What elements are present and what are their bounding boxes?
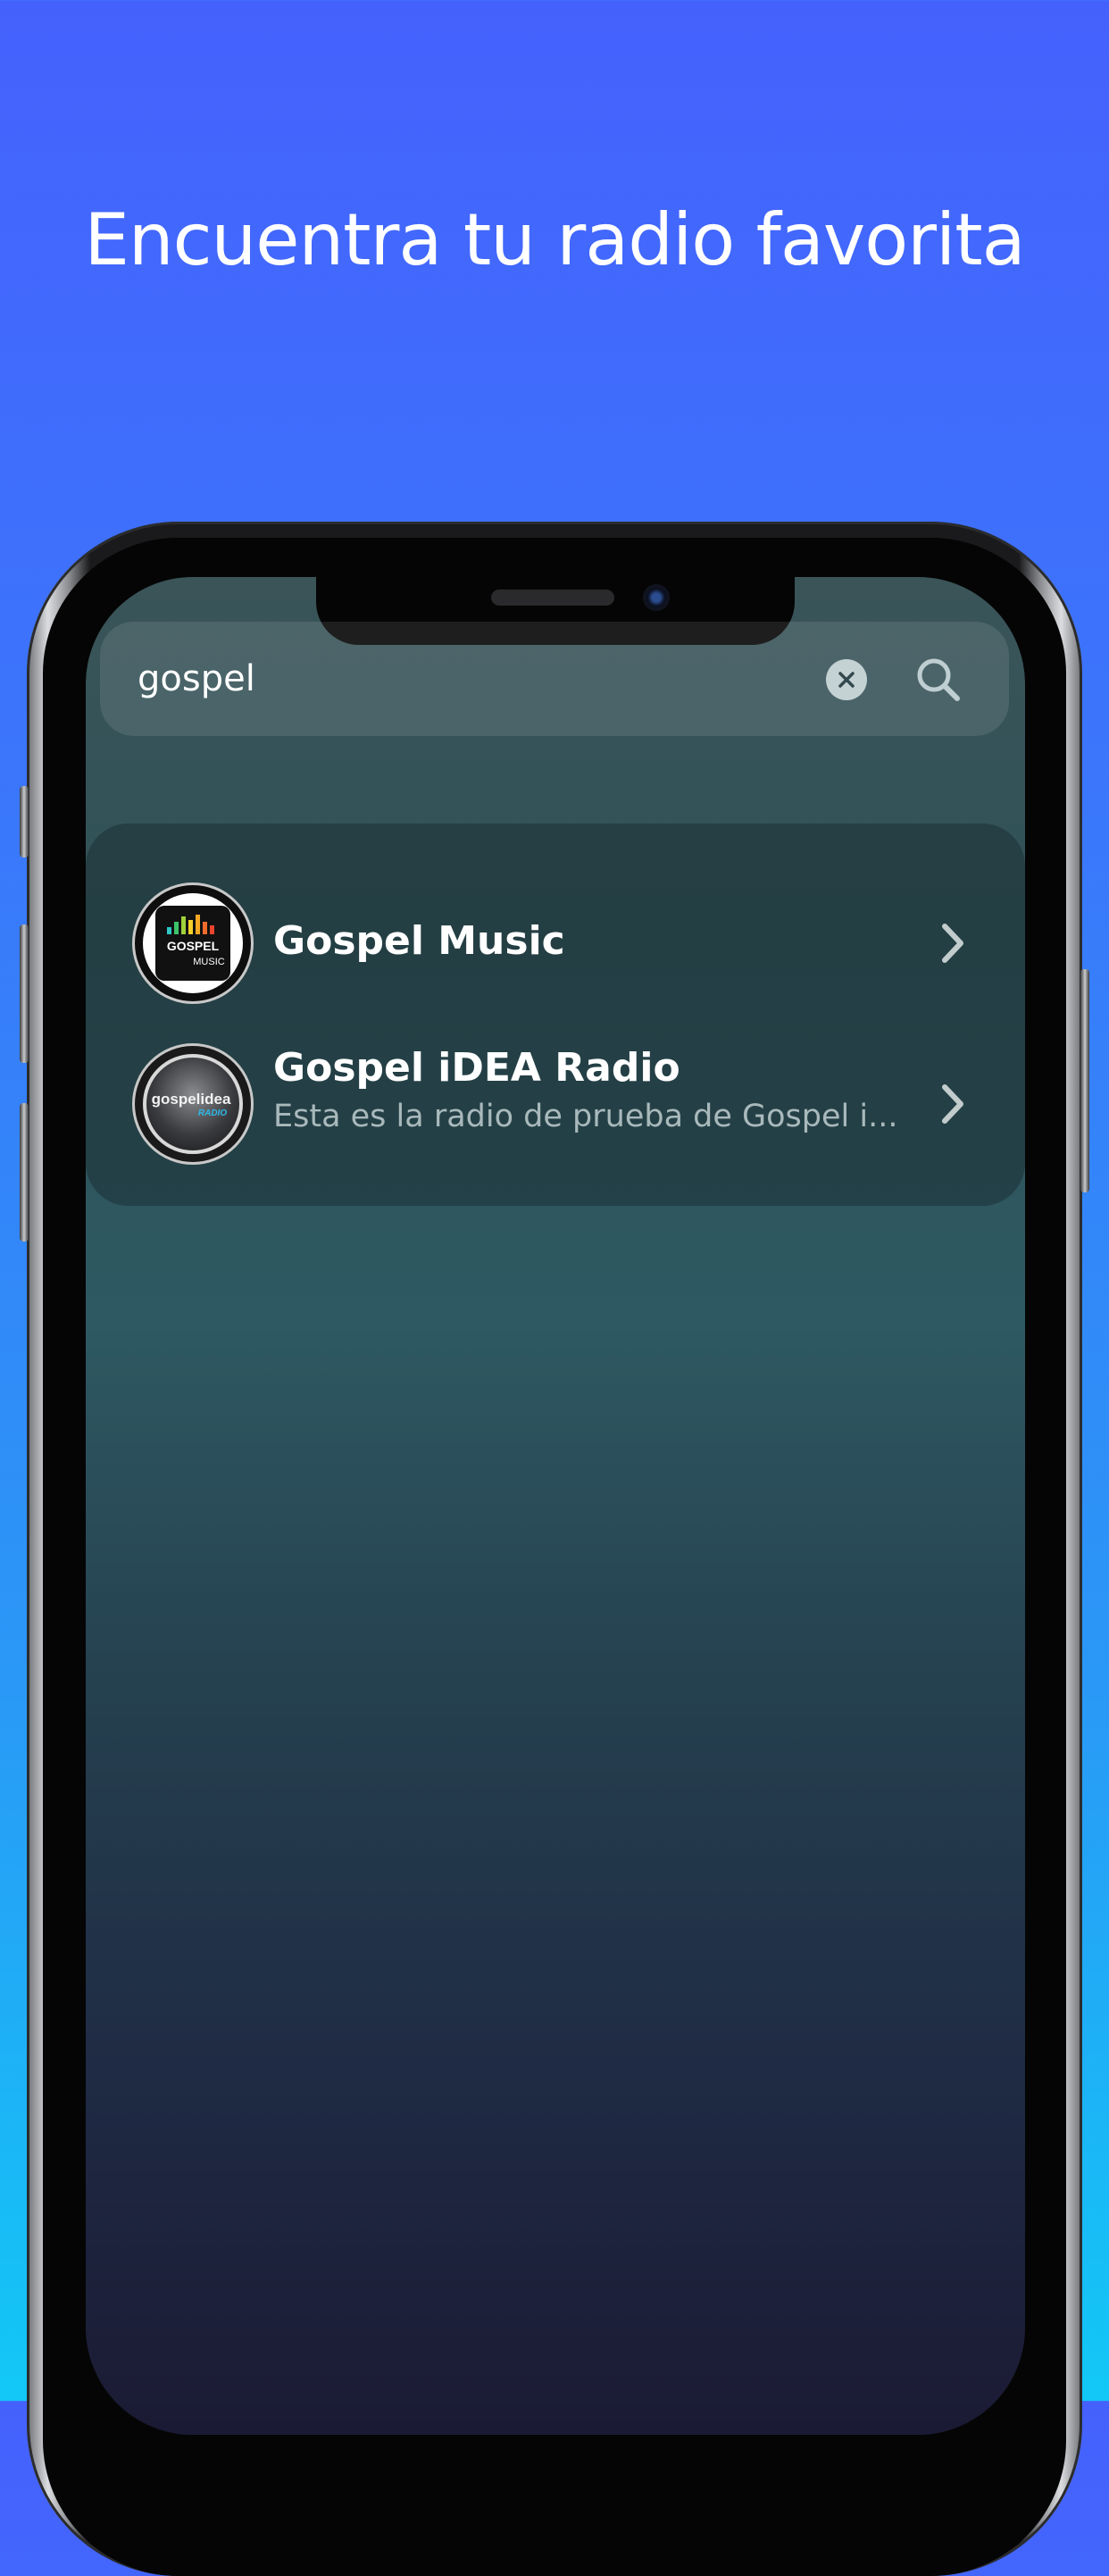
headline: Encuentra tu radio favorita <box>84 198 1025 281</box>
station-logo-subtext: RADIO <box>198 1108 227 1118</box>
chevron-right-icon[interactable] <box>934 921 970 966</box>
station-logo-subtext: MUSIC <box>193 957 225 967</box>
station-title: Gospel Music <box>273 918 565 964</box>
phone-side-button <box>20 924 29 1063</box>
station-title: Gospel iDEA Radio <box>273 1045 680 1091</box>
search-input[interactable]: gospel <box>138 622 255 736</box>
phone-side-button <box>1080 969 1089 1192</box>
results-list: GOSPEL MUSIC Gospel Music gospelidea RAD… <box>86 824 1025 1206</box>
speaker-grille <box>491 590 614 606</box>
phone-screen: gospel GOSPEL MUSIC Gospel Music gospeli… <box>86 577 1025 2435</box>
magnifier-icon[interactable] <box>914 656 963 704</box>
search-bar[interactable]: gospel <box>100 622 1009 736</box>
station-logo-text: gospelidea <box>152 1091 231 1108</box>
station-logo: GOSPEL MUSIC <box>132 882 254 1004</box>
chevron-right-icon[interactable] <box>934 1082 970 1126</box>
station-logo-inner: GOSPEL MUSIC <box>143 893 243 993</box>
station-logo-inner: gospelidea RADIO <box>143 1054 243 1154</box>
station-description: Esta es la radio de prueba de Gospel i..… <box>273 1099 898 1134</box>
station-logo-text: GOSPEL <box>167 939 220 953</box>
phone-side-button <box>20 786 29 857</box>
station-logo: gospelidea RADIO <box>132 1043 254 1165</box>
list-item[interactable]: GOSPEL MUSIC Gospel Music <box>86 872 1025 1015</box>
front-camera <box>643 584 670 611</box>
list-item[interactable]: gospelidea RADIO Gospel iDEA Radio Esta … <box>86 1033 1025 1175</box>
phone-side-button <box>20 1103 29 1242</box>
clear-x-icon[interactable] <box>826 659 867 700</box>
